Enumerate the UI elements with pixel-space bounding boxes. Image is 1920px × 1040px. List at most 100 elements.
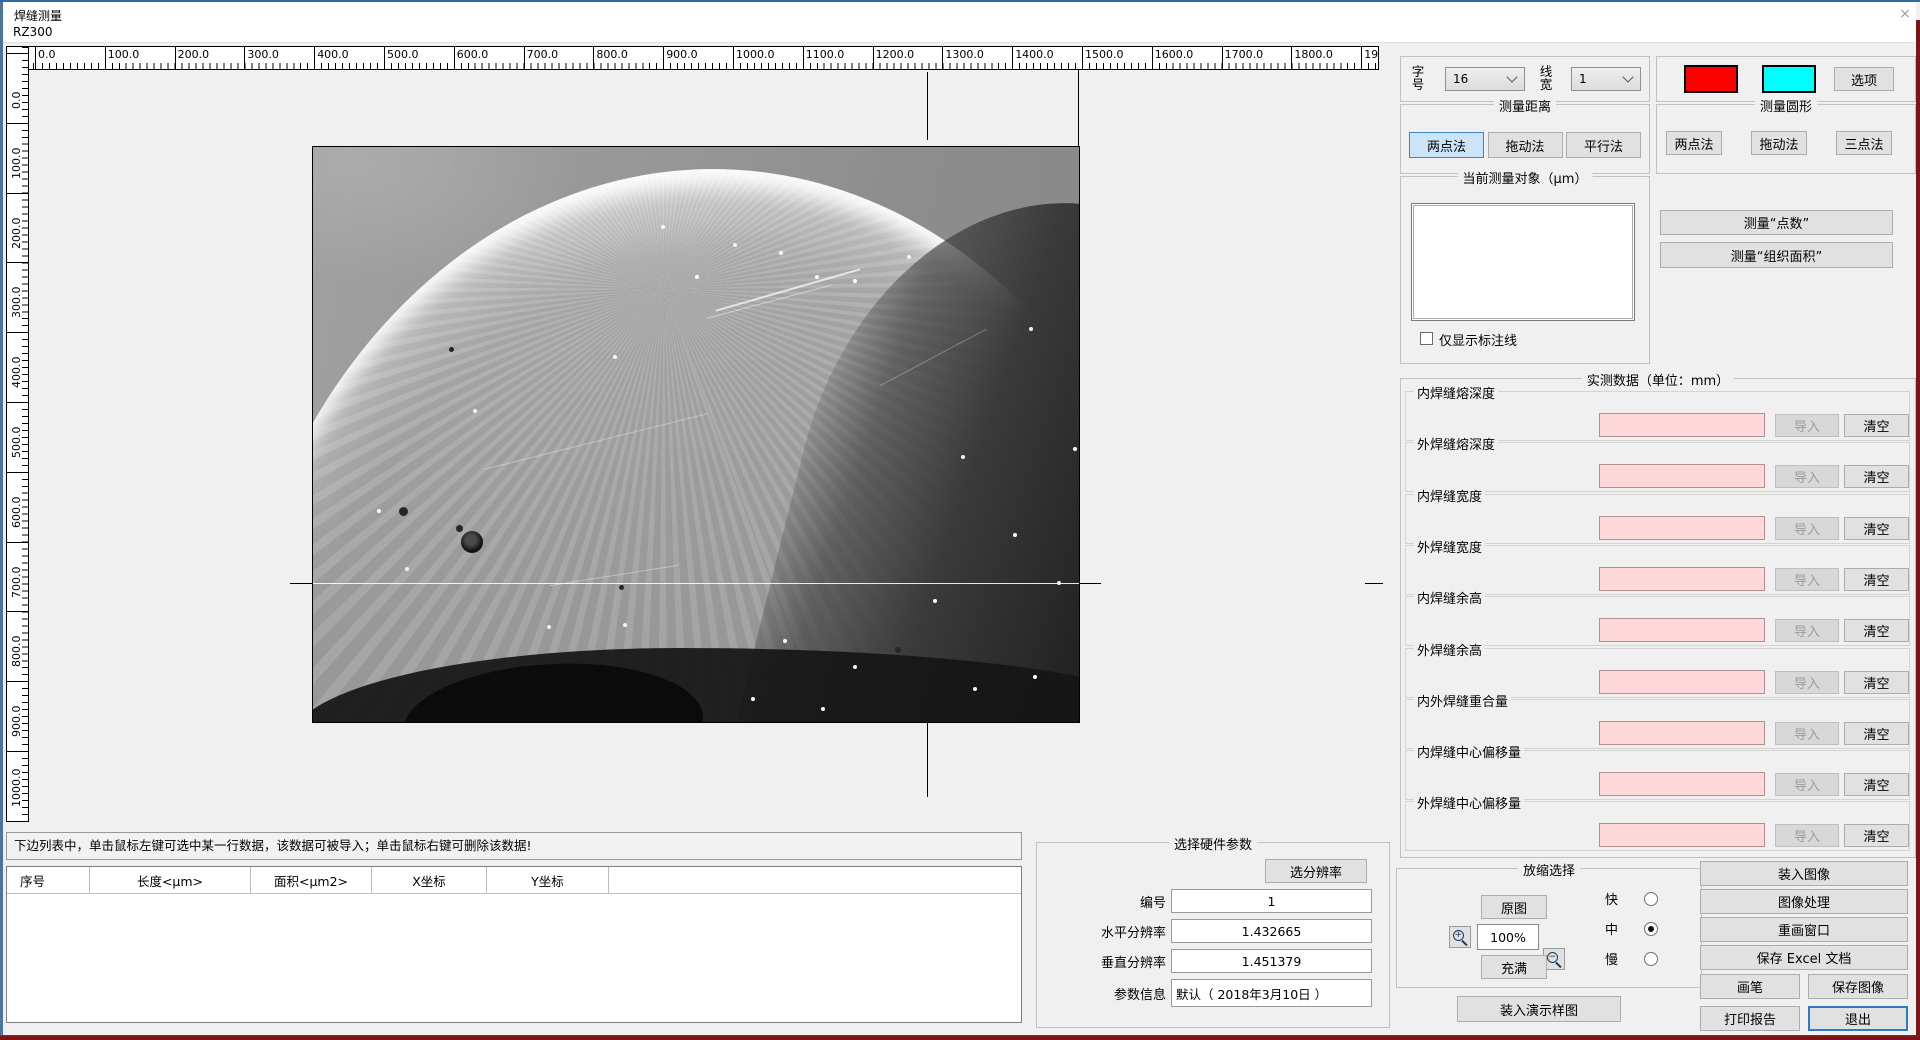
menu-item-rz300[interactable]: RZ300 (13, 25, 52, 39)
fit-button[interactable]: 充满 (1481, 955, 1547, 979)
measured-data-row-label: 外焊缝余高 (1414, 640, 1485, 659)
load-image-button[interactable]: 装入图像 (1700, 861, 1908, 886)
measure-points-button[interactable]: 测量“点数” (1660, 210, 1893, 235)
current-object-listbox[interactable] (1411, 203, 1635, 321)
exit-button[interactable]: 退出 (1808, 1006, 1908, 1031)
hardware-field-value[interactable]: 1.451379 (1171, 949, 1372, 973)
save-image-button[interactable]: 保存图像 (1808, 974, 1908, 999)
h-ruler-major-tick (1222, 47, 1223, 69)
measured-value-input[interactable] (1599, 772, 1765, 796)
measured-value-input[interactable] (1599, 464, 1765, 488)
clear-button[interactable]: 清空 (1844, 568, 1909, 591)
clear-button[interactable]: 清空 (1844, 773, 1909, 796)
save-excel-button[interactable]: 保存 Excel 文档 (1700, 945, 1908, 970)
print-report-button[interactable]: 打印报告 (1700, 1006, 1800, 1031)
measure-area-button[interactable]: 测量“组织面积” (1660, 242, 1893, 268)
clear-button[interactable]: 清空 (1844, 671, 1909, 694)
distance-method-button-1[interactable]: 两点法 (1409, 132, 1484, 158)
font-size-value: 16 (1453, 72, 1468, 86)
import-button[interactable]: 导入 (1775, 414, 1839, 437)
h-ruler-label: 300.0 (247, 48, 279, 61)
h-ruler-label: 900.0 (666, 48, 698, 61)
result-table[interactable]: 序号长度<μm>面积<μm2>X坐标Y坐标 (6, 866, 1022, 1023)
close-icon[interactable]: × (1896, 6, 1914, 22)
measured-value-input[interactable] (1599, 516, 1765, 540)
zoom-group: 放缩选择 原图 + 100% − 充满 快 中 慢 (1396, 868, 1702, 988)
v-ruler-label: 100.0 (10, 147, 23, 179)
distance-method-button-2[interactable]: 拖动法 (1488, 132, 1563, 158)
measured-value-input[interactable] (1599, 413, 1765, 437)
clear-button[interactable]: 清空 (1844, 824, 1909, 847)
clear-button[interactable]: 清空 (1844, 619, 1909, 642)
pore (456, 525, 463, 532)
clear-button[interactable]: 清空 (1844, 414, 1909, 437)
load-demo-button[interactable]: 装入演示样图 (1457, 996, 1621, 1022)
speed-radio[interactable] (1644, 892, 1658, 906)
measured-value-input[interactable] (1599, 618, 1765, 642)
import-button[interactable]: 导入 (1775, 773, 1839, 796)
circle-method-button-1[interactable]: 两点法 (1666, 131, 1722, 155)
import-button[interactable]: 导入 (1775, 465, 1839, 488)
v-ruler-major-tick (7, 402, 28, 403)
only-show-annotation-checkbox[interactable] (1420, 332, 1433, 345)
clear-button[interactable]: 清空 (1844, 465, 1909, 488)
h-ruler-label: 1000.0 (736, 48, 775, 61)
h-ruler-label: 700.0 (527, 48, 559, 61)
v-ruler-label: 0.0 (10, 92, 23, 110)
v-ruler-major-tick (7, 332, 28, 333)
hardware-field-row: 垂直分辨率 1.451379 (1042, 949, 1372, 973)
chevron-down-icon (1506, 71, 1517, 82)
distance-method-button-3[interactable]: 平行法 (1566, 132, 1641, 158)
measured-value-input[interactable] (1599, 670, 1765, 694)
options-button[interactable]: 选项 (1834, 67, 1894, 91)
circle-method-button-2[interactable]: 拖动法 (1751, 131, 1807, 155)
import-button[interactable]: 导入 (1775, 824, 1839, 847)
import-button[interactable]: 导入 (1775, 619, 1839, 642)
table-header-cell: 面积<μm2> (251, 867, 372, 893)
zoom-in-icon[interactable]: + (1449, 926, 1471, 948)
line-width-select[interactable]: 1 (1571, 67, 1641, 91)
h-ruler-major-tick (803, 47, 804, 69)
original-size-button[interactable]: 原图 (1481, 895, 1547, 919)
zoom-value-field[interactable]: 100% (1477, 924, 1539, 950)
measure-distance-title: 测量距离 (1494, 96, 1556, 115)
measured-data-row-label: 内焊缝余高 (1414, 588, 1485, 607)
speed-radio[interactable] (1644, 952, 1658, 966)
v-ruler-major-tick (7, 611, 28, 612)
measured-value-input[interactable] (1599, 721, 1765, 745)
clear-button[interactable]: 清空 (1844, 517, 1909, 540)
image-process-button[interactable]: 图像处理 (1700, 889, 1908, 914)
desktop-strip-right (1916, 20, 1920, 1035)
plus-sign: + (1455, 930, 1463, 940)
spatter-specks (661, 225, 665, 229)
color-swatch-1[interactable] (1684, 65, 1738, 93)
import-button[interactable]: 导入 (1775, 722, 1839, 745)
v-ruler-label: 800.0 (10, 636, 23, 668)
import-button[interactable]: 导入 (1775, 517, 1839, 540)
h-ruler-major-tick (524, 47, 525, 69)
speed-option-row: 快 (1605, 889, 1658, 908)
hardware-field-value[interactable]: 1.432665 (1171, 919, 1372, 943)
font-size-label: 字号 (1411, 65, 1425, 91)
pen-button[interactable]: 画笔 (1700, 974, 1800, 999)
pore (895, 647, 901, 653)
table-header-filler (609, 867, 1021, 893)
speed-radio[interactable] (1644, 922, 1658, 936)
clear-button[interactable]: 清空 (1844, 722, 1909, 745)
font-size-select[interactable]: 16 (1445, 67, 1525, 91)
color-swatch-2[interactable] (1762, 65, 1816, 93)
import-button[interactable]: 导入 (1775, 671, 1839, 694)
circle-method-button-3[interactable]: 三点法 (1836, 131, 1892, 155)
weld-image-canvas[interactable] (312, 146, 1080, 723)
measured-value-input[interactable] (1599, 567, 1765, 591)
measured-value-input[interactable] (1599, 823, 1765, 847)
import-button[interactable]: 导入 (1775, 568, 1839, 591)
measured-data-row-label: 外焊缝中心偏移量 (1414, 793, 1524, 812)
measured-data-row: 外焊缝中心偏移量 导入 清空 (1405, 801, 1910, 851)
hardware-field-value[interactable]: 1 (1171, 889, 1372, 913)
crosshair-far-tick (1365, 583, 1383, 584)
menu-bar: RZ300 (3, 22, 1916, 43)
v-ruler-major-tick (7, 53, 28, 54)
redraw-window-button[interactable]: 重画窗口 (1700, 917, 1908, 942)
hardware-field-value[interactable]: 默认（ 2018年3月10日 ） (1171, 979, 1372, 1007)
